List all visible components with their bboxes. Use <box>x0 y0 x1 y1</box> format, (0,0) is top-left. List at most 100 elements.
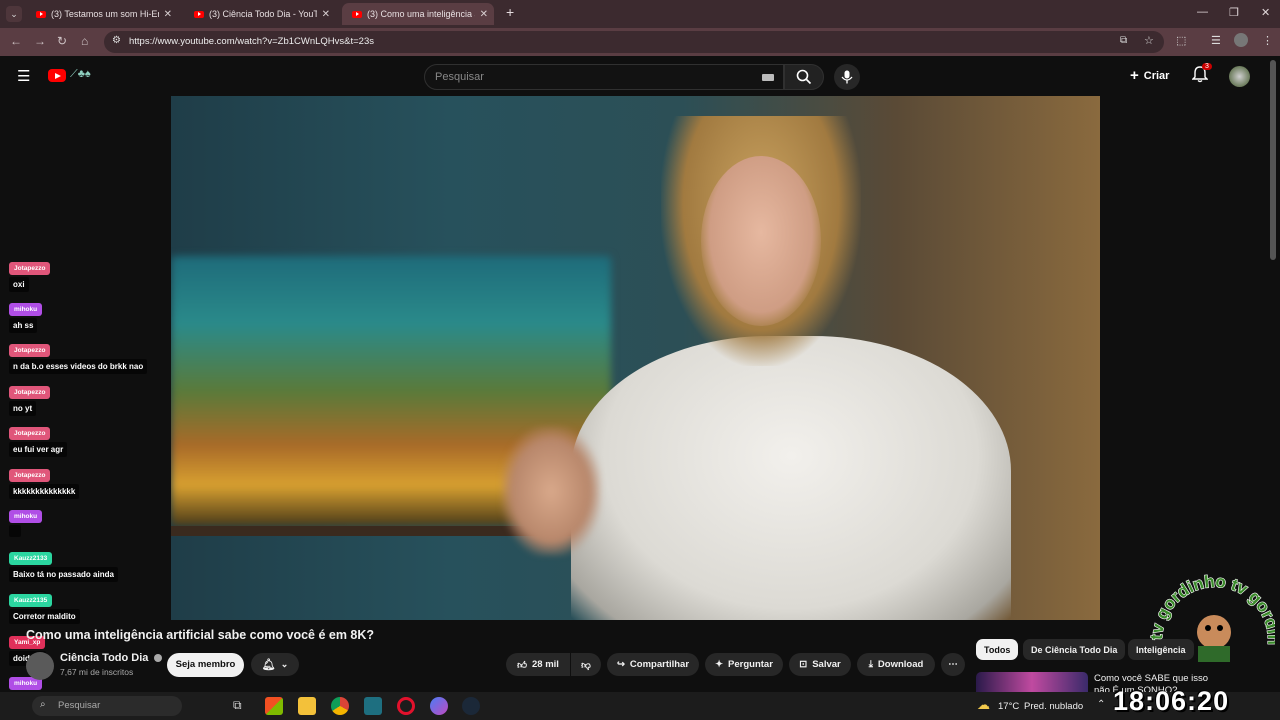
share-button[interactable]: ↪ Compartilhar <box>607 653 699 676</box>
browser-toolbar: ← → ↻ ⌂ ⚙ https://www.youtube.com/watch?… <box>0 28 1280 56</box>
chat-message: mihoku ah ss <box>9 303 43 333</box>
task-view-icon[interactable]: ⧉ <box>233 698 242 713</box>
close-tab-icon[interactable]: ✕ <box>480 9 488 20</box>
youtube-logo[interactable] <box>48 69 66 82</box>
chat-username: Jotapezzo <box>9 344 51 357</box>
more-actions-button[interactable]: ⋯ <box>941 653 965 676</box>
extensions-icon[interactable]: ⬚ <box>1176 34 1186 47</box>
messenger-app-icon[interactable] <box>430 697 448 715</box>
chat-username: Jotapezzo <box>9 469 51 482</box>
browser-menu-icon[interactable]: ⋮ <box>1262 34 1273 47</box>
close-window-icon[interactable]: ✕ <box>1261 6 1270 19</box>
notification-badge: 3 <box>1202 63 1212 70</box>
voice-search-button[interactable] <box>834 64 860 90</box>
chip-all[interactable]: Todos <box>976 639 1019 660</box>
youtube-favicon-icon <box>194 10 204 18</box>
like-button[interactable]: 👍︎ 28 mil <box>506 653 570 676</box>
hamburger-menu-icon[interactable]: ☰ <box>17 67 30 85</box>
browser-tab-strip: ⌄ (3) Testamos um som Hi-End de ✕ (3) Ci… <box>0 0 1280 28</box>
recommended-thumbnail[interactable] <box>976 672 1088 692</box>
chat-text: Baixo tá no passado ainda <box>9 567 118 582</box>
chat-text: n da b.o esses videos do brkk nao <box>9 359 148 374</box>
video-player[interactable] <box>171 96 1100 620</box>
streamer-logo-overlay: tv gordinho tv gordinho <box>1150 570 1275 662</box>
download-button[interactable]: ⤓ Download <box>857 653 935 676</box>
address-bar[interactable]: ⚙ https://www.youtube.com/watch?v=Zb1CWn… <box>104 31 1164 53</box>
os-taskbar: ⌕ Pesquisar ⧉ ☁ 17°C Pred. nublado ⌃ <box>0 692 1280 720</box>
ask-label: Perguntar <box>728 659 773 670</box>
browser-tab[interactable]: (3) Testamos um som Hi-End de ✕ <box>26 3 178 25</box>
sparkle-icon: ✦ <box>715 659 724 670</box>
chat-text: oxi <box>9 277 29 292</box>
opera-app-icon[interactable] <box>397 697 415 715</box>
store-app-icon[interactable] <box>265 697 283 715</box>
weather-temp[interactable]: 17°C <box>998 701 1019 712</box>
dislike-button[interactable]: 👎︎ <box>571 653 601 676</box>
bookmark-star-icon[interactable]: ☆ <box>1144 34 1154 47</box>
notifications-button[interactable]: 3 <box>1191 63 1212 84</box>
close-tab-icon[interactable]: ✕ <box>164 9 172 20</box>
subscription-bell-button[interactable]: 🔔︎ ⌄ <box>251 653 299 676</box>
chat-username: Jotapezzo <box>9 386 51 399</box>
home-icon[interactable]: ⌂ <box>81 34 88 48</box>
tab-media-icon[interactable]: ☰ <box>1211 34 1221 47</box>
channel-name[interactable]: Ciência Todo Dia <box>60 652 163 664</box>
profile-avatar[interactable] <box>1234 33 1248 47</box>
chat-username: Kauzz2133 <box>9 552 53 565</box>
channel-avatar[interactable] <box>26 652 54 680</box>
search-input[interactable]: Pesquisar <box>424 64 784 90</box>
chat-message: Jotapezzo n da b.o esses videos do brkk n… <box>9 344 148 374</box>
subscriber-count: 7,67 mi de inscritos <box>60 667 134 677</box>
install-icon[interactable]: ⧉ <box>1120 35 1127 46</box>
verified-icon <box>154 654 163 663</box>
doodle-icon: ⟋♣♠ <box>70 68 91 80</box>
file-explorer-icon[interactable] <box>298 697 316 715</box>
search-icon <box>796 69 812 85</box>
presenter-hand <box>501 426 601 556</box>
reload-icon[interactable]: ↻ <box>57 34 67 48</box>
chat-text: kkkkkkkkkkkkkk <box>9 484 80 499</box>
tray-chevron-icon[interactable]: ⌃ <box>1097 699 1105 710</box>
presenter-face <box>701 156 821 326</box>
close-tab-icon[interactable]: ✕ <box>322 9 330 20</box>
youtube-header: ☰ ⟋♣♠ Pesquisar + Criar 3 <box>0 56 1280 96</box>
taskbar-search-placeholder: Pesquisar <box>58 700 101 711</box>
ask-button[interactable]: ✦ Perguntar <box>705 653 783 676</box>
chat-message: Jotapezzo no yt <box>9 386 51 416</box>
mascot-eye <box>1205 625 1211 631</box>
browser-tab[interactable]: (3) Ciência Todo Dia - YouTube ✕ <box>184 3 336 25</box>
chat-text: Corretor maldito <box>9 609 80 624</box>
terminal-app-icon[interactable] <box>364 697 382 715</box>
site-info-icon[interactable]: ⚙ <box>112 35 121 46</box>
more-icon: ⋯ <box>948 659 958 670</box>
minimize-icon[interactable]: — <box>1197 6 1208 18</box>
save-button[interactable]: ⊡ Salvar <box>789 653 851 676</box>
thumbs-up-icon: 👍︎ <box>517 659 527 671</box>
chip-channel[interactable]: De Ciência Todo Dia <box>1023 639 1126 660</box>
clock-overlay: 18:06:20 <box>1113 686 1230 716</box>
presenter-shirt <box>571 336 1011 620</box>
account-avatar[interactable] <box>1229 66 1250 87</box>
chat-message: Kauzz2133 Baixo tá no passado ainda <box>9 552 118 582</box>
chat-text <box>9 525 21 537</box>
chrome-app-icon[interactable] <box>331 697 349 715</box>
forward-icon[interactable]: → <box>34 34 46 48</box>
create-button[interactable]: + Criar <box>1130 67 1169 84</box>
tab-title: (3) Ciência Todo Dia - YouTube <box>209 9 317 19</box>
tab-search-button[interactable]: ⌄ <box>6 6 22 22</box>
restore-icon[interactable]: ❐ <box>1229 6 1239 19</box>
chat-message: Jotapezzo oxi <box>9 262 51 292</box>
youtube-favicon-icon <box>352 10 362 18</box>
taskbar-search[interactable]: ⌕ Pesquisar <box>32 696 182 716</box>
back-icon[interactable]: ← <box>10 34 22 48</box>
page-scrollbar[interactable] <box>1270 60 1276 260</box>
bookmark-icon: ⊡ <box>799 659 808 670</box>
search-button[interactable] <box>784 64 824 90</box>
chat-text: ah ss <box>9 318 38 333</box>
browser-tab-active[interactable]: (3) Como uma inteligência artif ✕ <box>342 3 494 25</box>
new-tab-button[interactable]: + <box>506 4 514 20</box>
steam-app-icon[interactable] <box>462 697 480 715</box>
share-label: Compartilhar <box>629 659 690 670</box>
keyboard-icon[interactable] <box>762 74 774 81</box>
join-button[interactable]: Seja membro <box>167 653 244 677</box>
